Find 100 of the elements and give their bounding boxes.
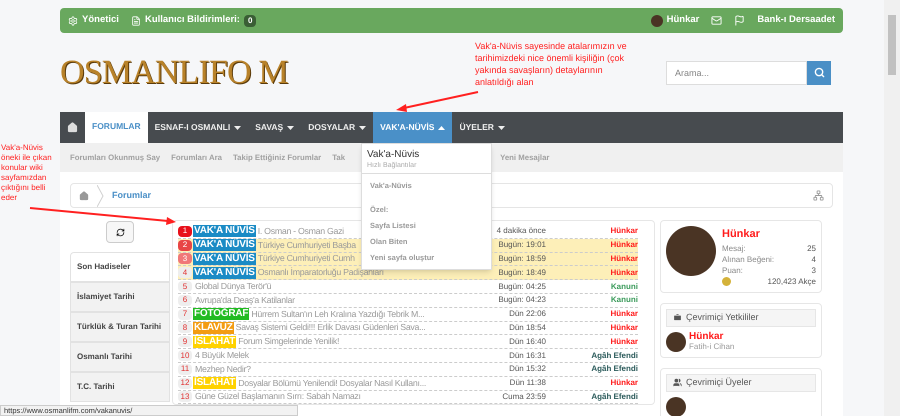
users-icon <box>673 378 682 387</box>
home-icon[interactable] <box>79 190 89 200</box>
thread-row[interactable]: 7 FOTOĞRAF Hürrem Sultan'ın Leh Kralına Yazdığı Tebrik M... Dün 22:06 Hünkar <box>178 308 638 322</box>
caret-icon <box>234 126 242 130</box>
category-tab[interactable]: Son Hadiseler <box>70 252 170 282</box>
scrollbar-thumb[interactable] <box>888 15 896 75</box>
caret-icon <box>498 126 505 130</box>
settings-icon <box>68 16 78 26</box>
prefix-label: VAK'A NÜVİS <box>193 252 256 265</box>
menu-title: Vak'a-Nüvis <box>367 149 420 161</box>
rank-badge: 7 <box>178 308 192 320</box>
rank-badge: 8 <box>178 322 192 334</box>
thread-author[interactable]: Agâh Efendi <box>546 390 638 403</box>
thread-time: Bugün: 19:01 <box>497 239 546 252</box>
rank-badge: 2 <box>178 240 192 251</box>
member-name[interactable]: Hünkar <box>689 332 734 342</box>
rank-badge: 11 <box>178 364 192 375</box>
thread-author[interactable]: Hünkar <box>546 252 638 265</box>
thread-row[interactable]: 11 Mezhep Nedir? Dün 15:32 Agâh Efendi <box>178 362 638 377</box>
prefix-label: VAK'A NÜVİS <box>193 266 256 279</box>
nav-tab[interactable]: FORUMLAR <box>85 112 148 143</box>
nav-tab[interactable]: ESNAF-I OSMANLI <box>148 112 248 143</box>
user-link[interactable]: Hünkar <box>650 13 700 28</box>
site-logo[interactable]: OSMANLIFO M <box>60 56 288 90</box>
thread-row[interactable]: 8 KLAVUZ Savaş Sistemi Geldi!!! Erlik Davası Güdenleri Sava... Dün 18:54 Hünkar <box>178 322 638 336</box>
thread-title[interactable]: Forum Simgelerinde Yenilik! <box>238 335 474 348</box>
thread-author[interactable]: Hünkar <box>546 225 638 238</box>
reports-link[interactable]: Kullanıcı Bildirimleri: 0 <box>130 13 256 28</box>
money-value: 120,423 Akçe <box>768 276 816 286</box>
category-tab[interactable]: İslamiyet Tarihi <box>70 282 170 312</box>
thread-time: Cuma 23:59 <box>501 390 546 403</box>
thread-row[interactable]: 10 4 Büyük Melek Dün 16:31 Agâh Efendi <box>178 349 638 363</box>
thread-title[interactable]: Mezhep Nedir? <box>195 362 474 376</box>
thread-row[interactable]: 5 Global Dünya Terör'ü Bugün: 04:25 Kanuni <box>178 280 638 294</box>
rank-badge: 5 <box>178 281 192 292</box>
thread-title[interactable]: Hürrem Sultan'ın Leh Kralına Yazdığı Tebrik M... <box>251 308 474 321</box>
rank-badge: 6 <box>178 294 192 306</box>
prefix-label: FOTOĞRAF <box>193 308 250 320</box>
thread-author[interactable]: Agâh Efendi <box>546 363 638 376</box>
thread-title[interactable]: 4 Büyük Melek <box>195 348 474 362</box>
home-icon <box>67 122 78 133</box>
nav-tab[interactable]: ÜYELER <box>452 112 512 143</box>
rank-badge: 9 <box>178 336 192 348</box>
thread-author[interactable]: Hünkar <box>546 239 638 252</box>
admin-link[interactable]: Yönetici <box>68 13 119 28</box>
card-title: Çevrimiçi Üyeler <box>686 376 752 389</box>
card-title: Çevrimiçi Yetkililer <box>686 310 759 324</box>
search-button[interactable] <box>807 60 831 84</box>
thread-row[interactable]: 13 Güne Güzel Başlamanın Sırrı: Sabah Namazı Cuma 23:59 Agâh Efendi <box>178 390 638 404</box>
thread-title[interactable]: Osmanlı İmparatorluğu Padişahları <box>258 266 474 280</box>
thread-row[interactable]: 12 İSLAHAT Dosyalar Bölümü Yenilendi! Dosyalar Nasıl Kullanı... Dün 11:38 Hünkar <box>178 376 638 391</box>
profile-name[interactable]: Hünkar <box>722 226 816 242</box>
thread-title[interactable]: Avrupa'da Deaş'a Katilanlar <box>195 294 474 307</box>
nav-tab[interactable]: VAK'A-NÜVİS <box>373 112 452 143</box>
rank-badge: 12 <box>178 378 192 389</box>
sitemap-icon[interactable] <box>813 190 824 201</box>
thread-row[interactable]: 4 VAK'A NÜVİS Osmanlı İmparatorluğu Padişahları Bugün: 18:49 Hünkar <box>178 266 638 280</box>
thread-author[interactable]: Hünkar <box>546 308 638 320</box>
mail-icon[interactable] <box>711 15 722 26</box>
category-tab[interactable]: T.C. Tarihi <box>70 372 170 402</box>
thread-author[interactable]: Hünkar <box>546 266 638 279</box>
thread-author[interactable]: Hünkar <box>546 322 638 334</box>
category-tab[interactable]: Osmanlı Tarihi <box>70 342 170 372</box>
thread-time: Bugün: 18:59 <box>497 252 546 265</box>
thread-time: 4 dakika önce <box>496 225 546 238</box>
scrollbar[interactable] <box>884 0 900 416</box>
thread-time: Bugün: 04:23 <box>497 294 546 306</box>
thread-row[interactable]: 6 Avrupa'da Deaş'a Katilanlar Bugün: 04:23 Kanuni <box>178 294 638 308</box>
thread-title[interactable]: Savaş Sistemi Geldi!!! Erlik Davası Güdenleri Sava... <box>236 321 474 335</box>
thread-author[interactable]: Kanuni <box>546 280 638 293</box>
annotation-text: Vak'a-Nüvis öneki ile çıkan konular wiki sayfamızdan çıktığını belli eder <box>1 143 53 203</box>
bank-link[interactable]: Bank-ı Dersaadet <box>757 13 835 28</box>
nav-tab[interactable]: DOSYALAR <box>301 112 374 143</box>
search-icon <box>814 67 824 78</box>
stat-value: 3 <box>812 264 816 276</box>
avatar <box>650 14 663 26</box>
caret-icon <box>438 126 446 130</box>
prefix-label: VAK'A NÜVİS <box>193 225 256 238</box>
refresh-button[interactable] <box>106 221 134 243</box>
breadcrumb-link[interactable]: Forumlar <box>112 188 152 202</box>
thread-title[interactable]: Güne Güzel Başlamanın Sırrı: Sabah Namazı <box>195 390 474 404</box>
thread-author[interactable]: Hünkar <box>546 336 638 348</box>
thread-author[interactable]: Hünkar <box>546 377 638 390</box>
thread-time: Dün 22:06 <box>508 308 546 320</box>
avatar <box>666 332 686 352</box>
search-field[interactable]: Arama... <box>666 60 807 84</box>
thread-title[interactable]: Dosyalar Bölümü Yenilendi! Dosyalar Nasıl Kullanı... <box>238 376 474 390</box>
thread-row[interactable]: 9 İSLAHAT Forum Simgelerinde Yenilik! Dün 16:40 Hünkar <box>178 335 638 350</box>
avatar <box>666 226 716 276</box>
prefix-label: VAK'A NÜVİS <box>193 239 256 252</box>
thread-author[interactable]: Agâh Efendi <box>546 350 638 362</box>
thread-time: Dün 15:32 <box>508 363 546 376</box>
stat-value: 4 <box>812 254 816 264</box>
member-role: Fatih-i Cihan <box>689 342 734 352</box>
thread-title[interactable]: Global Dünya Terör'ü <box>195 280 474 294</box>
stat-label: Alınan Beğeni: <box>722 254 774 264</box>
category-tab[interactable]: Türklük & Turan Tarihi <box>70 312 170 342</box>
nav-tab[interactable]: SAVAŞ <box>248 112 302 143</box>
flag-icon[interactable] <box>734 15 746 26</box>
thread-author[interactable]: Kanuni <box>546 294 638 306</box>
